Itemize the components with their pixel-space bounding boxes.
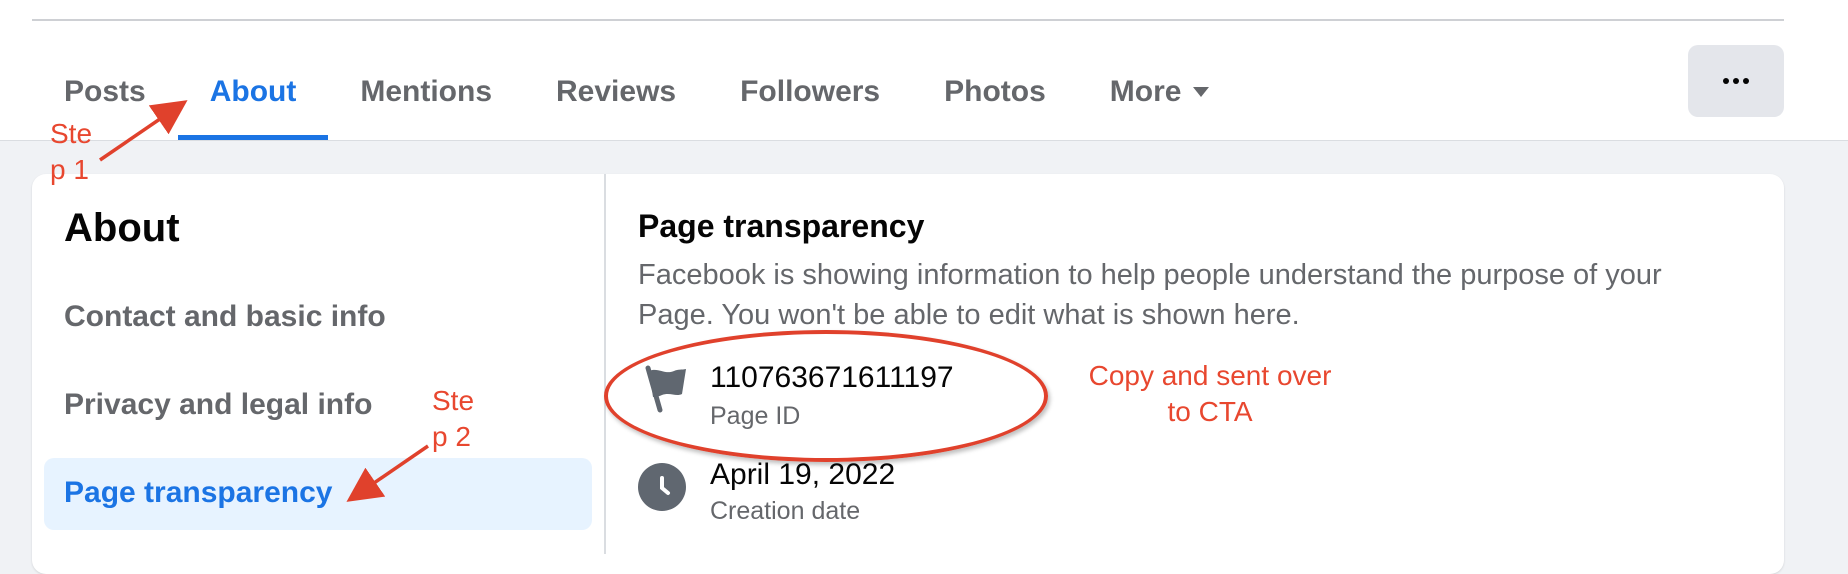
tab-label: Posts <box>64 75 146 108</box>
tab-label: Followers <box>740 75 881 108</box>
more-options-button[interactable] <box>1688 45 1784 117</box>
creation-date-value: April 19, 2022 <box>710 458 896 491</box>
tab-label: More <box>1109 75 1182 108</box>
step-1-annotation: Ste p 1 <box>50 116 92 188</box>
annotation-line: Ste <box>50 118 93 149</box>
ellipsis-icon <box>1723 78 1749 84</box>
tab-reviews[interactable]: Reviews <box>524 44 708 140</box>
card-divider <box>604 174 606 554</box>
annotation-line: to CTA <box>1167 396 1253 427</box>
tab-about[interactable]: About <box>177 44 329 140</box>
page-tabs: Posts About Mentions Reviews Followers P… <box>32 44 1241 140</box>
tab-label: Photos <box>944 75 1046 108</box>
clock-icon <box>638 463 686 511</box>
annotation-line: p 1 <box>50 154 89 185</box>
tab-label: Reviews <box>556 75 677 108</box>
creation-date-label: Creation date <box>710 497 861 525</box>
tab-label: Mentions <box>360 75 493 108</box>
sidebar-title: About <box>64 206 180 250</box>
tab-label: About <box>209 75 297 108</box>
caret-down-icon <box>1193 87 1210 97</box>
sidebar-item-page-transparency[interactable]: Page transparency <box>64 476 332 510</box>
sidebar-item-contact-info[interactable]: Contact and basic info <box>64 300 386 334</box>
annotation-line: Ste <box>432 385 475 416</box>
section-title: Page transparency <box>638 208 925 244</box>
tab-more[interactable]: More <box>1078 44 1242 140</box>
section-description: Facebook is showing information to help … <box>638 259 1662 331</box>
page-id-highlight <box>604 330 1048 462</box>
tab-followers[interactable]: Followers <box>708 44 912 140</box>
tab-mentions[interactable]: Mentions <box>328 44 524 140</box>
step-2-annotation: Ste p 2 <box>432 383 474 455</box>
copy-note-annotation: Copy and sent over to CTA <box>1070 358 1350 430</box>
annotation-line: Copy and sent over <box>1088 360 1332 391</box>
sidebar-item-privacy-legal[interactable]: Privacy and legal info <box>64 388 372 422</box>
tab-photos[interactable]: Photos <box>912 44 1078 140</box>
header-divider <box>32 19 1784 21</box>
annotation-line: p 2 <box>432 421 471 452</box>
